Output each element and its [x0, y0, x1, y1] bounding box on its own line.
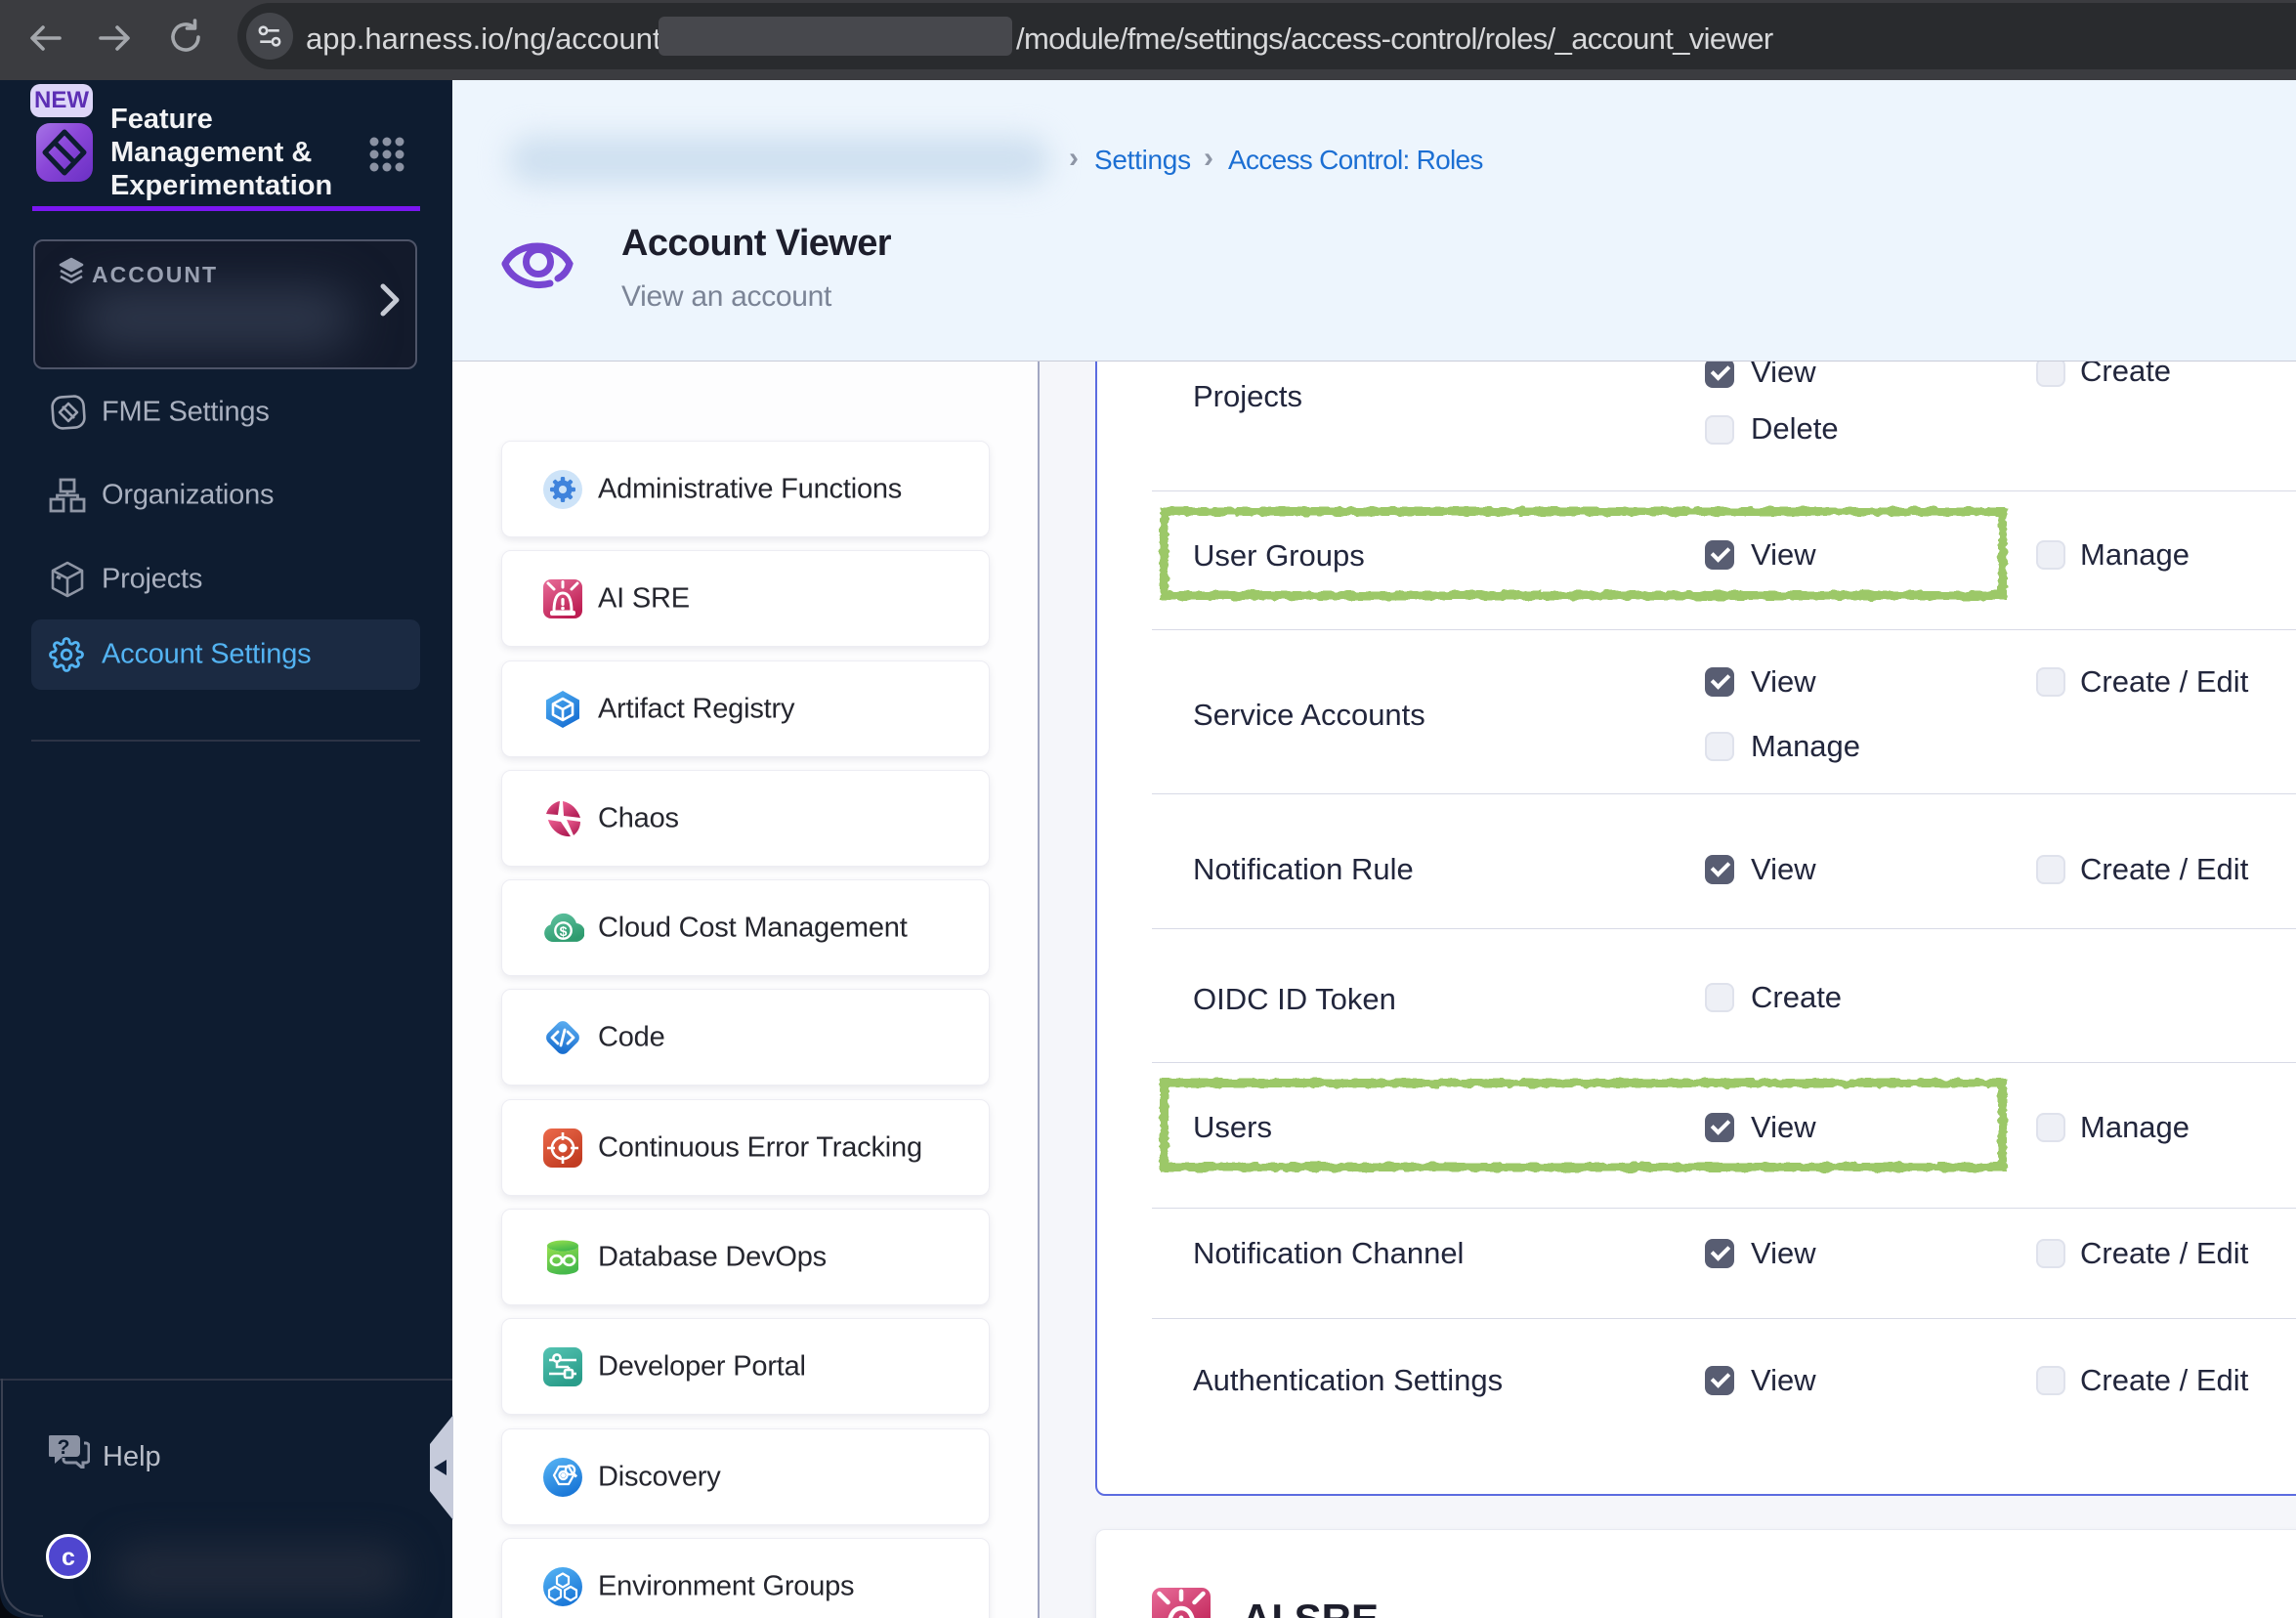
- svg-text:$: $: [560, 923, 568, 939]
- svg-text:?: ?: [58, 1436, 70, 1459]
